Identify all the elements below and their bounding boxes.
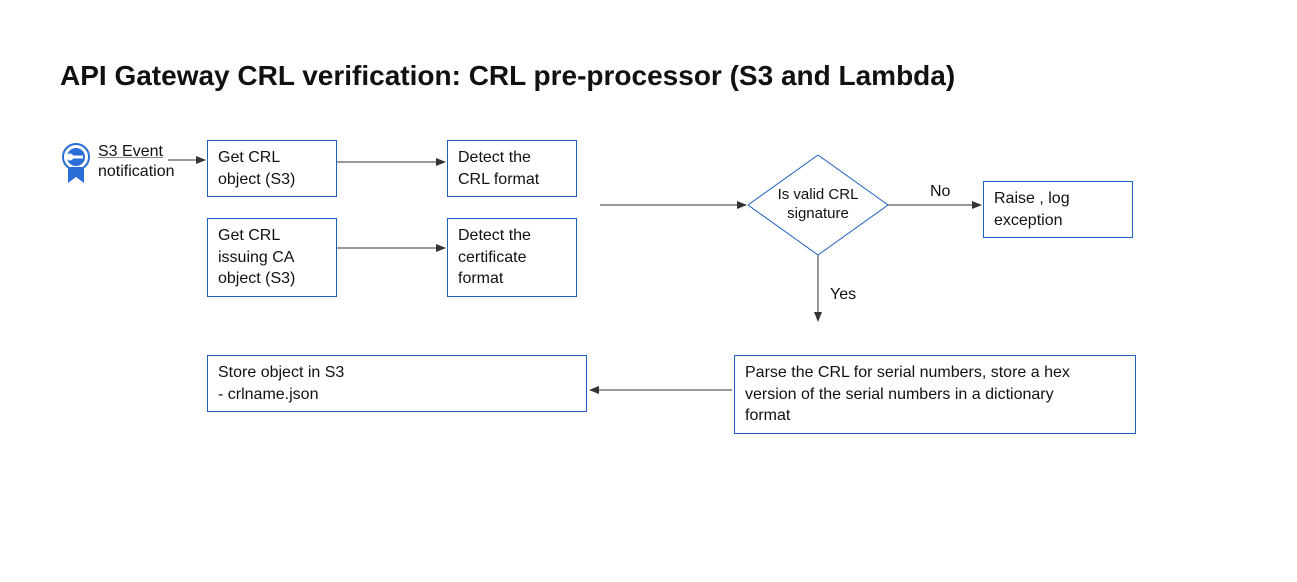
label-yes: Yes	[830, 286, 856, 304]
page-title: API Gateway CRL verification: CRL pre-pr…	[60, 60, 955, 92]
decision-text: Is valid CRL signature	[748, 155, 888, 255]
box-get-crl: Get CRL object (S3)	[207, 140, 337, 197]
box-store-object: Store object in S3 - crlname.json	[207, 355, 587, 412]
box-parse-crl: Parse the CRL for serial numbers, store …	[734, 355, 1136, 434]
decision-valid-signature: Is valid CRL signature	[748, 155, 888, 255]
s3-event-line1: S3 Event	[98, 143, 163, 160]
box-detect-cert: Detect the certificate format	[447, 218, 577, 297]
box-raise-exception: Raise , log exception	[983, 181, 1133, 238]
s3-event-line2: notification	[98, 163, 175, 180]
s3-event-icon	[58, 143, 94, 187]
label-no: No	[930, 183, 950, 201]
box-get-ca: Get CRL issuing CA object (S3)	[207, 218, 337, 297]
s3-event-label: S3 Event notification	[98, 142, 175, 182]
box-detect-crl: Detect the CRL format	[447, 140, 577, 197]
